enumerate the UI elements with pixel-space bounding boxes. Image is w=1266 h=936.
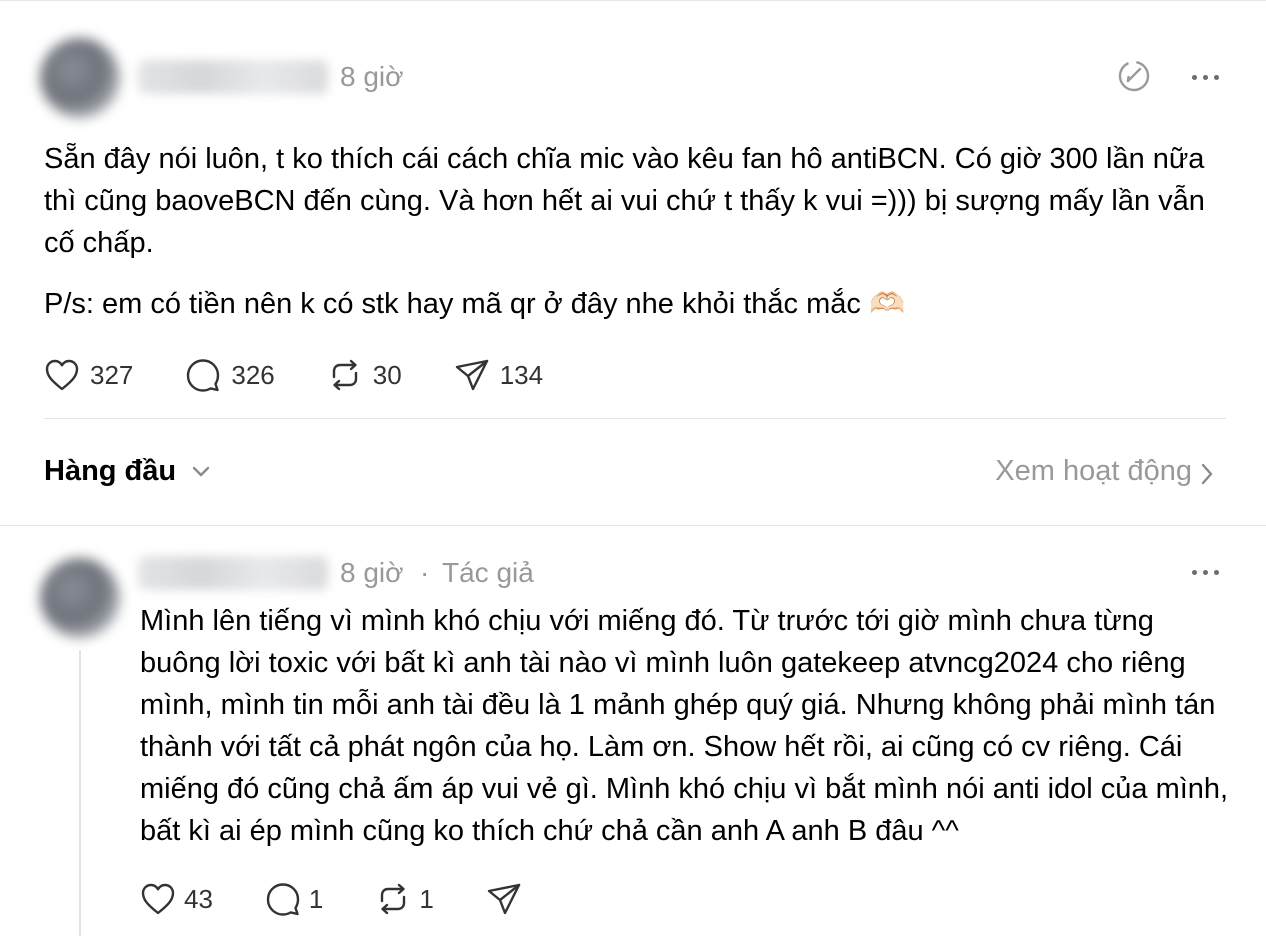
like-button[interactable]: 327: [44, 358, 133, 392]
reply-time: 8 giờ: [340, 557, 404, 588]
repost-button[interactable]: 30: [327, 357, 402, 393]
speech-bubble-icon: [266, 883, 300, 916]
share-button[interactable]: 134: [454, 357, 543, 393]
username-blurred[interactable]: [138, 60, 328, 94]
paper-plane-icon: [487, 883, 521, 915]
reply-repost-button[interactable]: 1: [375, 881, 434, 917]
paper-plane-icon: [455, 359, 488, 391]
post-time: 8 giờ: [340, 61, 404, 92]
reply-like-button[interactable]: 43: [140, 882, 213, 916]
reply-avatar[interactable]: [40, 558, 120, 638]
avatar[interactable]: [40, 38, 120, 118]
chevron-right-icon[interactable]: [1196, 461, 1218, 487]
heart-icon: [45, 359, 79, 391]
reply-username-blurred[interactable]: [138, 556, 328, 590]
heart-icon: [141, 883, 175, 915]
thread-line: [79, 650, 81, 936]
reply-repost-count: 1: [419, 883, 434, 914]
more-dots-icon[interactable]: [1185, 67, 1225, 87]
reply-share-button[interactable]: [486, 881, 522, 917]
sort-dropdown[interactable]: Hàng đầu: [44, 455, 176, 488]
post-ps: P/s: em có tiền nên k có stk hay mã qr ở…: [44, 288, 906, 320]
divider: [44, 418, 1226, 419]
post-body: Sẵn đây nói luôn, t ko thích cái cách ch…: [44, 143, 1205, 259]
share-count: 134: [499, 359, 544, 390]
reply-comment-button[interactable]: 1: [265, 881, 323, 917]
view-activity-link[interactable]: Xem hoạt động: [995, 455, 1192, 488]
section-divider: [0, 525, 1266, 526]
repost-count: 30: [372, 359, 402, 390]
threads-post-view: 8 giờ Sẵn đây nói luôn, t ko thích cái c…: [0, 0, 1266, 936]
post-actions: 327 326 30 134: [44, 357, 595, 393]
speech-bubble-icon: [187, 359, 220, 392]
repost-icon: [381, 883, 406, 915]
like-count: 327: [90, 359, 134, 390]
author-badge: Tác giả: [442, 557, 534, 588]
reply-body: Mình lên tiếng vì mình khó chịu với miến…: [140, 605, 1229, 847]
repost-icon: [332, 359, 357, 391]
comment-button[interactable]: 326: [185, 357, 275, 393]
chevron-down-icon[interactable]: [190, 461, 212, 483]
reply-comment-count: 1: [308, 883, 324, 914]
activity-circle-icon[interactable]: [1114, 56, 1154, 96]
reply-more-dots-icon[interactable]: [1185, 562, 1225, 582]
meta-separator: ·: [420, 557, 430, 588]
comment-count: 326: [231, 359, 275, 390]
top-border: [0, 0, 1266, 1]
reply-like-count: 43: [184, 883, 213, 914]
reply-actions: 43 1 1: [140, 881, 574, 917]
